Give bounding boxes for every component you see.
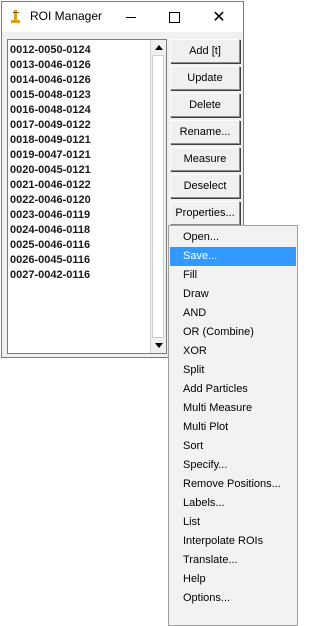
menu-items: Open... Save... Fill Draw AND OR (Combine) XOR…: [170, 228, 296, 608]
roi-list-item[interactable]: 0019-0047-0121: [10, 148, 150, 163]
menu-item-add-particles[interactable]: Add Particles: [170, 380, 296, 399]
menu-item-specify[interactable]: Specify...: [170, 456, 296, 475]
add-button[interactable]: Add [t]: [170, 39, 240, 63]
window-title: ROI Manager: [30, 9, 103, 23]
menu-item-help[interactable]: Help: [170, 570, 296, 589]
menu-item-remove-positions[interactable]: Remove Positions...: [170, 475, 296, 494]
arrow-up-icon: [154, 45, 163, 50]
menu-item-fill[interactable]: Fill: [170, 266, 296, 285]
roi-list-item[interactable]: 0017-0049-0122: [10, 118, 150, 133]
title-bar[interactable]: ROI Manager ✕: [2, 2, 243, 32]
minimize-icon: [126, 16, 136, 18]
menu-item-and[interactable]: AND: [170, 304, 296, 323]
roi-list-item[interactable]: 0018-0049-0121: [10, 133, 150, 148]
menu-item-labels[interactable]: Labels...: [170, 494, 296, 513]
roi-list[interactable]: 0012-0050-0124 0013-0046-0126 0014-0046-01…: [7, 39, 167, 354]
minimize-button[interactable]: [111, 2, 151, 32]
menu-item-multi-plot[interactable]: Multi Plot: [170, 418, 296, 437]
roi-list-item[interactable]: 0015-0048-0123: [10, 88, 150, 103]
menu-item-open[interactable]: Open...: [170, 228, 296, 247]
list-scrollbar[interactable]: [150, 40, 166, 353]
deselect-button[interactable]: Deselect: [170, 174, 240, 198]
roi-list-item[interactable]: 0022-0046-0120: [10, 193, 150, 208]
rename-button[interactable]: Rename...: [170, 120, 240, 144]
menu-item-or-combine[interactable]: OR (Combine): [170, 323, 296, 342]
update-button[interactable]: Update: [170, 66, 240, 90]
menu-item-draw[interactable]: Draw: [170, 285, 296, 304]
close-button[interactable]: ✕: [199, 2, 239, 32]
close-icon: ✕: [212, 9, 226, 26]
scroll-up-button[interactable]: [151, 40, 166, 55]
roi-list-items: 0012-0050-0124 0013-0046-0126 0014-0046-01…: [10, 43, 150, 283]
maximize-icon: [168, 11, 180, 23]
roi-list-item[interactable]: 0014-0046-0126: [10, 73, 150, 88]
roi-list-item[interactable]: 0013-0046-0126: [10, 58, 150, 73]
roi-list-item[interactable]: 0023-0046-0119: [10, 208, 150, 223]
menu-item-list[interactable]: List: [170, 513, 296, 532]
roi-list-item[interactable]: 0024-0046-0118: [10, 223, 150, 238]
roi-list-item[interactable]: 0026-0045-0116: [10, 253, 150, 268]
maximize-button[interactable]: [154, 2, 194, 32]
roi-list-item[interactable]: 0027-0042-0116: [10, 268, 150, 283]
more-popup-menu: Open... Save... Fill Draw AND OR (Combine) XOR…: [168, 225, 298, 626]
scroll-thumb[interactable]: [152, 55, 164, 338]
roi-list-item[interactable]: 0020-0045-0121: [10, 163, 150, 178]
roi-list-item[interactable]: 0016-0048-0124: [10, 103, 150, 118]
menu-item-save[interactable]: Save...: [170, 247, 296, 266]
menu-item-options[interactable]: Options...: [170, 589, 296, 608]
menu-item-split[interactable]: Split: [170, 361, 296, 380]
menu-item-interpolate-rois[interactable]: Interpolate ROIs: [170, 532, 296, 551]
roi-list-item[interactable]: 0021-0046-0122: [10, 178, 150, 193]
delete-button[interactable]: Delete: [170, 93, 240, 117]
properties-button[interactable]: Properties...: [170, 201, 240, 225]
menu-item-translate[interactable]: Translate...: [170, 551, 296, 570]
roi-list-item[interactable]: 0025-0046-0116: [10, 238, 150, 253]
menu-item-multi-measure[interactable]: Multi Measure: [170, 399, 296, 418]
menu-item-sort[interactable]: Sort: [170, 437, 296, 456]
imagej-app-icon: [11, 10, 20, 23]
arrow-down-icon: [154, 343, 163, 348]
measure-button[interactable]: Measure: [170, 147, 240, 171]
menu-item-xor[interactable]: XOR: [170, 342, 296, 361]
scroll-down-button[interactable]: [151, 338, 166, 353]
roi-list-item[interactable]: 0012-0050-0124: [10, 43, 150, 58]
